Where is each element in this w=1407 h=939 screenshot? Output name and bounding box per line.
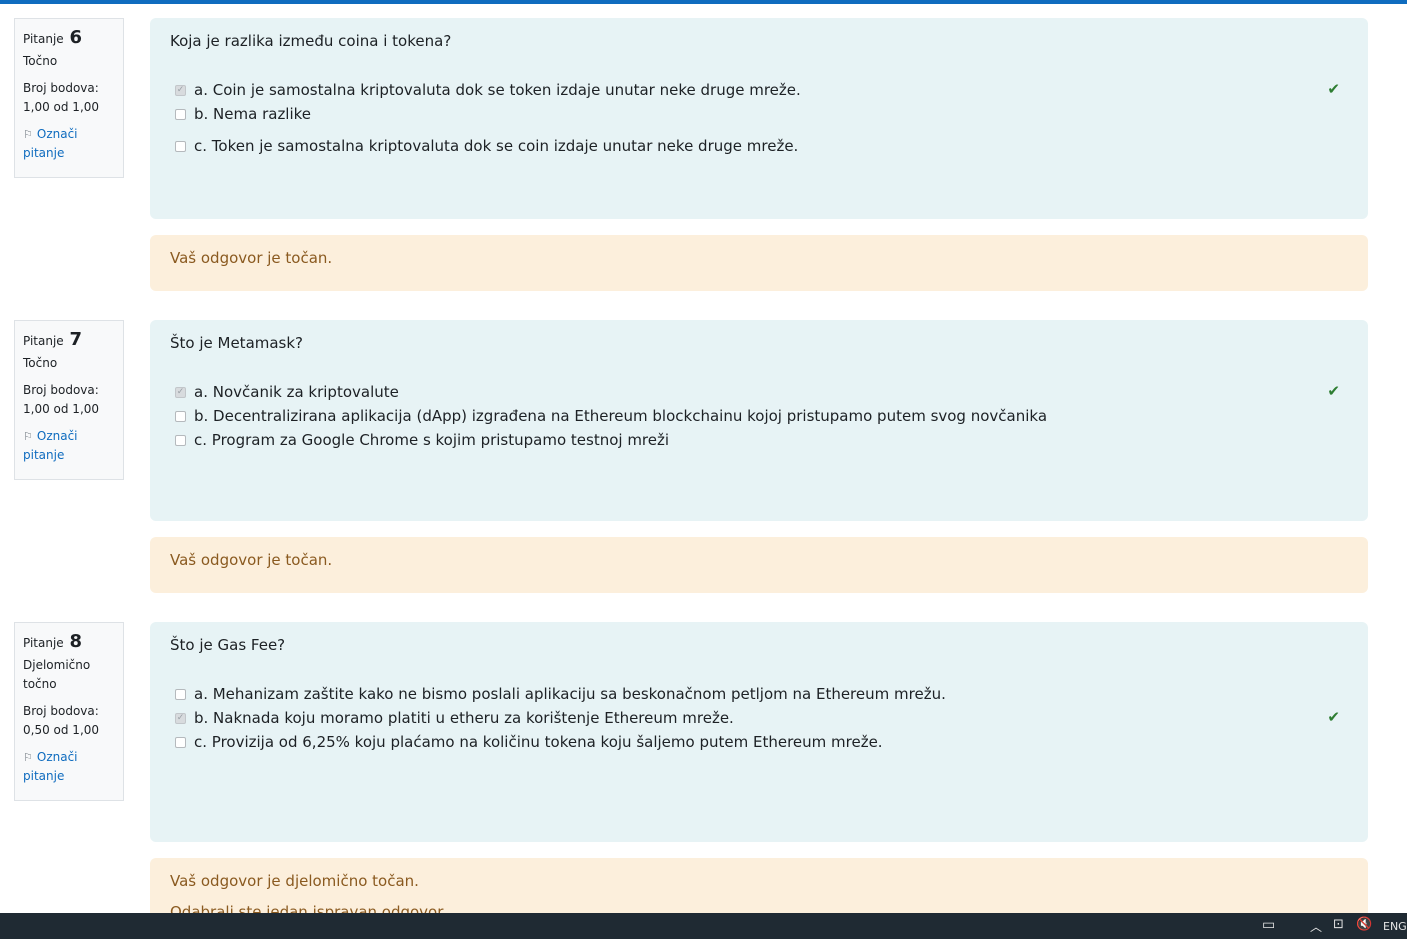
- flag-question-link[interactable]: ⚐ Označi pitanje: [23, 427, 115, 465]
- answer-option-a[interactable]: ✓ a. Coin je samostalna kriptovaluta dok…: [175, 80, 801, 100]
- flag-icon: ⚐: [23, 430, 33, 443]
- question-number: 7: [69, 329, 83, 350]
- question-number: 8: [69, 631, 83, 652]
- feedback-text: Vaš odgovor je točan.: [170, 249, 333, 267]
- grade-value: 1,00 od 1,00: [23, 100, 100, 114]
- question-state: Djelomično točno: [23, 658, 91, 691]
- chevron-up-icon[interactable]: ︿: [1310, 918, 1322, 935]
- answer-option-b[interactable]: ✓ b. Naknada koju moramo platiti u ether…: [175, 708, 734, 728]
- answer-text: b. Nema razlike: [194, 105, 312, 123]
- checkbox[interactable]: [175, 434, 186, 446]
- checkbox[interactable]: [175, 410, 186, 422]
- answer-option-c[interactable]: c. Program za Google Chrome s kojim pris…: [175, 430, 669, 450]
- checkbox[interactable]: [175, 108, 186, 120]
- question-label: Pitanje: [23, 334, 64, 348]
- flag-icon: ⚐: [23, 751, 33, 764]
- feedback-box: Vaš odgovor je točan.: [150, 537, 1368, 593]
- answer-text: b. Decentralizirana aplikacija (dApp) iz…: [194, 407, 1048, 425]
- question-info: Pitanje 7 Točno Broj bodova: 1,00 od 1,0…: [14, 320, 124, 480]
- grade-label: Broj bodova:: [23, 704, 99, 718]
- grade-label: Broj bodova:: [23, 81, 99, 95]
- grade-value: 1,00 od 1,00: [23, 402, 100, 416]
- question-label: Pitanje: [23, 636, 64, 650]
- question-label: Pitanje: [23, 32, 64, 46]
- correct-check-icon: ✔: [1327, 708, 1340, 726]
- question-text: Što je Gas Fee?: [170, 636, 286, 654]
- feedback-text: Vaš odgovor je djelomično točan.: [170, 872, 419, 890]
- feedback-box: Vaš odgovor je točan.: [150, 235, 1368, 291]
- question-formulation: Koja je razlika između coina i tokena? ✓…: [150, 18, 1368, 219]
- checkbox[interactable]: [175, 688, 186, 700]
- question-state: Točno: [23, 54, 58, 68]
- checkbox[interactable]: [175, 736, 186, 748]
- answer-text: a. Novčanik za kriptovalute: [194, 383, 399, 401]
- checkbox-checked[interactable]: ✓: [175, 712, 186, 724]
- answer-text: a. Coin je samostalna kriptovaluta dok s…: [194, 81, 801, 99]
- answer-text: c. Program za Google Chrome s kojim pris…: [194, 431, 670, 449]
- answer-option-b[interactable]: b. Decentralizirana aplikacija (dApp) iz…: [175, 406, 1047, 426]
- correct-check-icon: ✔: [1327, 80, 1340, 98]
- flag-icon: ⚐: [23, 128, 33, 141]
- answer-text: c. Token je samostalna kriptovaluta dok …: [194, 137, 799, 155]
- grade-value: 0,50 od 1,00: [23, 723, 100, 737]
- question-info: Pitanje 6 Točno Broj bodova: 1,00 od 1,0…: [14, 18, 124, 178]
- checkbox[interactable]: [175, 140, 186, 152]
- volume-muted-icon[interactable]: 🔇: [1356, 917, 1372, 932]
- question-text: Koja je razlika između coina i tokena?: [170, 32, 452, 50]
- top-accent-bar: [0, 0, 1407, 4]
- correct-check-icon: ✔: [1327, 382, 1340, 400]
- answer-option-a[interactable]: ✓ a. Novčanik za kriptovalute: [175, 382, 399, 402]
- network-icon[interactable]: ⊡: [1333, 917, 1344, 932]
- flag-question-link[interactable]: ⚐ Označi pitanje: [23, 748, 115, 786]
- question-formulation: Što je Metamask? ✓ a. Novčanik za kripto…: [150, 320, 1368, 521]
- feedback-text: Vaš odgovor je točan.: [170, 551, 333, 569]
- answer-text: b. Naknada koju moramo platiti u etheru …: [194, 709, 734, 727]
- news-widget-icon[interactable]: ▭: [1262, 917, 1275, 933]
- grade-label: Broj bodova:: [23, 383, 99, 397]
- language-indicator[interactable]: ENG: [1383, 920, 1407, 933]
- checkbox-checked[interactable]: ✓: [175, 84, 186, 96]
- question-state: Točno: [23, 356, 58, 370]
- answer-option-b[interactable]: b. Nema razlike: [175, 104, 311, 124]
- checkbox-checked[interactable]: ✓: [175, 386, 186, 398]
- answer-option-a[interactable]: a. Mehanizam zaštite kako ne bismo posla…: [175, 684, 946, 704]
- question-number: 6: [69, 27, 83, 48]
- answer-option-c[interactable]: c. Token je samostalna kriptovaluta dok …: [175, 136, 798, 156]
- taskbar: ▭ ︿ ⊡ 🔇 ENG: [0, 913, 1407, 939]
- question-text: Što je Metamask?: [170, 334, 304, 352]
- question-info: Pitanje 8 Djelomično točno Broj bodova: …: [14, 622, 124, 801]
- answer-option-c[interactable]: c. Provizija od 6,25% koju plaćamo na ko…: [175, 732, 883, 752]
- question-formulation: Što je Gas Fee? a. Mehanizam zaštite kak…: [150, 622, 1368, 842]
- flag-question-link[interactable]: ⚐ Označi pitanje: [23, 125, 115, 163]
- answer-text: a. Mehanizam zaštite kako ne bismo posla…: [194, 685, 946, 703]
- answer-text: c. Provizija od 6,25% koju plaćamo na ko…: [194, 733, 883, 751]
